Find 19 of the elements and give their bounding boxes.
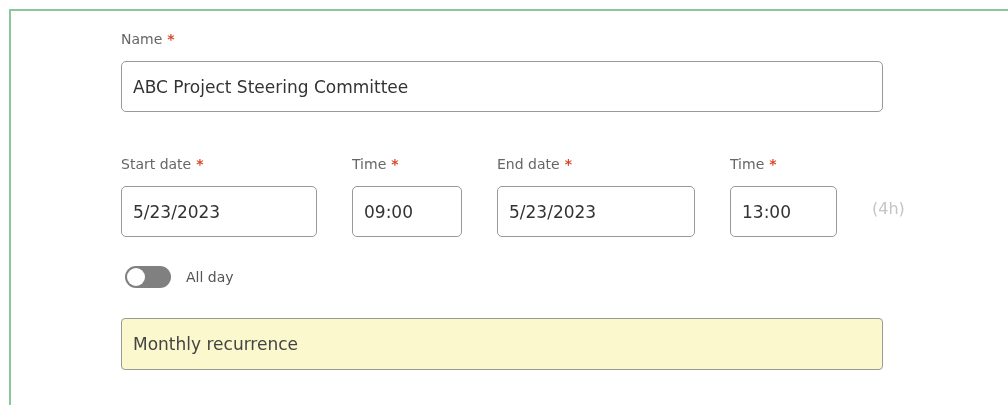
duration-text: (4h) [872, 199, 905, 218]
field-label: Name [121, 31, 163, 47]
recurrence-box[interactable]: Monthly recurrence [121, 318, 883, 370]
field-label: Time [352, 156, 387, 172]
input-field[interactable]: ABC Project Steering Committee [121, 61, 883, 112]
required-mark: * [391, 156, 399, 172]
required-mark: * [564, 156, 572, 172]
all-day-toggle[interactable] [125, 266, 171, 288]
required-mark: * [167, 31, 175, 47]
field-label: Start date [121, 156, 192, 172]
date-field[interactable]: 5/23/2023 [497, 186, 695, 237]
field-label: Time [730, 156, 765, 172]
required-mark: * [196, 156, 204, 172]
time-field[interactable]: 09:00 [352, 186, 462, 237]
time-field[interactable]: 13:00 [730, 186, 837, 237]
date-field[interactable]: 5/23/2023 [121, 186, 317, 237]
toggle-label: All day [186, 269, 234, 285]
required-mark: * [769, 156, 777, 172]
field-label: End date [497, 156, 560, 172]
